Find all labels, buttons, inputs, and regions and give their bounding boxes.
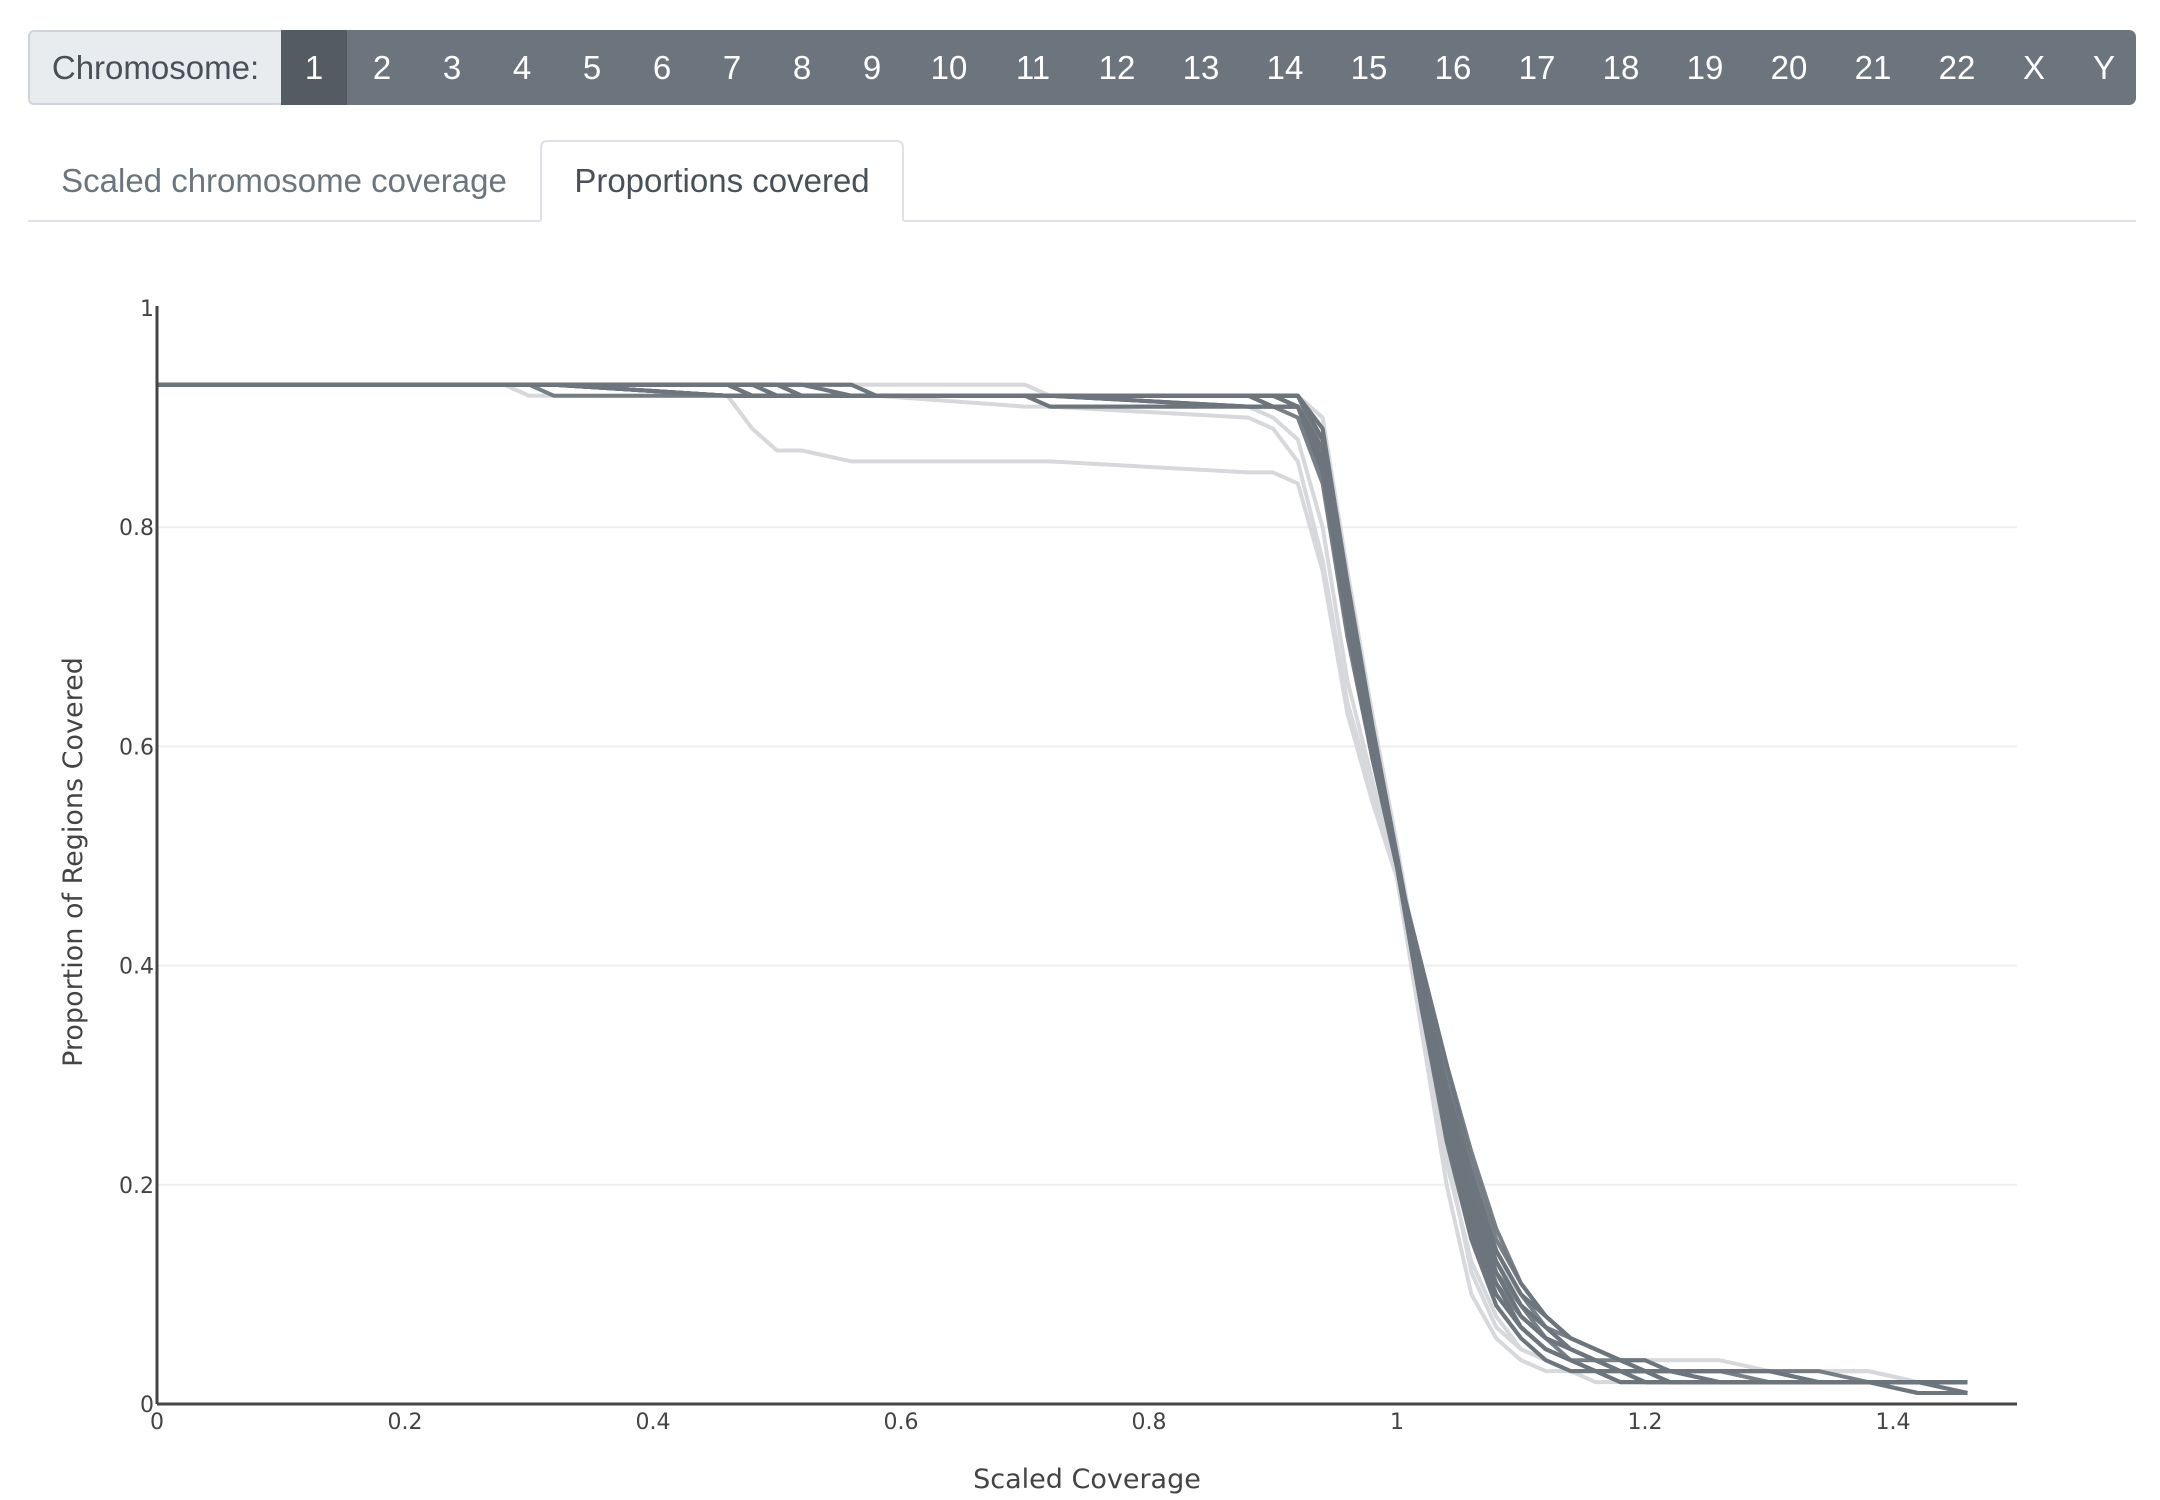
series-line-22[interactable] <box>157 382 1968 1385</box>
chromosome-button-15[interactable]: 15 <box>1327 30 1411 105</box>
chromosome-button-12[interactable]: 12 <box>1075 30 1159 105</box>
chromosome-button-21[interactable]: 21 <box>1831 30 1915 105</box>
y-axis-title: Proportion of Regions Covered <box>58 657 89 1067</box>
series-line-3[interactable] <box>157 382 1968 1385</box>
chromosome-button-13[interactable]: 13 <box>1159 30 1243 105</box>
series-line-17[interactable] <box>157 382 1968 1385</box>
series-line-18[interactable] <box>157 382 1968 1395</box>
tick-labels: 0 0.2 0.4 0.6 0.8 1 1.2 1.400.20.40.60.81 <box>119 297 1911 1435</box>
series-line-1[interactable] <box>157 382 1968 1385</box>
x-axis-title: Scaled Coverage <box>973 1464 1201 1495</box>
chromosome-button-x[interactable]: X <box>1999 30 2069 105</box>
chromosome-button-9[interactable]: 9 <box>837 30 907 105</box>
series-lines <box>157 382 1968 1395</box>
chromosome-button-16[interactable]: 16 <box>1411 30 1495 105</box>
series-line-19[interactable] <box>157 382 1968 1395</box>
chromosome-button-2[interactable]: 2 <box>347 30 417 105</box>
axes <box>155 306 2017 1406</box>
series-line-6[interactable] <box>157 382 1968 1385</box>
y-tick-label: 0.2 <box>119 1174 154 1199</box>
chromosome-button-17[interactable]: 17 <box>1495 30 1579 105</box>
x-tick-label: 1.2 <box>1628 1410 1663 1435</box>
x-tick-label: 0.8 <box>1132 1410 1167 1435</box>
y-tick-label: 0.6 <box>119 735 154 760</box>
chromosome-button-3[interactable]: 3 <box>417 30 487 105</box>
series-line-10[interactable] <box>157 382 1968 1385</box>
chromosome-button-group: 1 2 3 4 5 6 7 8 9 10 11 12 13 14 15 16 17 18 19 20 21 22 X Y <box>281 30 2136 105</box>
series-line-11[interactable] <box>157 382 1968 1385</box>
series-line-4[interactable] <box>157 382 1968 1385</box>
gridlines <box>157 526 2017 1186</box>
y-tick-label: 0.4 <box>119 955 154 980</box>
tab-scaled-chromosome-coverage[interactable]: Scaled chromosome coverage <box>28 140 540 222</box>
proportions-covered-chart: 0 0.2 0.4 0.6 0.8 1 1.2 1.400.20.40.60.81 Scale… <box>58 297 2017 1495</box>
chromosome-button-4[interactable]: 4 <box>487 30 557 105</box>
x-tick-label: 0.2 <box>388 1410 423 1435</box>
tab-proportions-covered[interactable]: Proportions covered <box>540 140 904 222</box>
chromosome-button-5[interactable]: 5 <box>557 30 627 105</box>
series-line-21[interactable] <box>157 382 1968 1385</box>
chromosome-button-18[interactable]: 18 <box>1579 30 1663 105</box>
series-line-23[interactable] <box>157 382 1968 1395</box>
chromosome-label: Chromosome: <box>28 30 281 105</box>
x-tick-label: 0.6 <box>884 1410 919 1435</box>
y-tick-label: 1 <box>140 297 154 322</box>
series-line-16[interactable] <box>157 382 1968 1385</box>
series-line-5[interactable] <box>157 382 1968 1385</box>
series-line-24[interactable] <box>157 382 1968 1385</box>
series-line-8[interactable] <box>157 382 1968 1385</box>
tab-bar: Scaled chromosome coverage Proportions c… <box>28 140 2136 222</box>
series-line-20[interactable] <box>157 382 1968 1385</box>
chromosome-button-14[interactable]: 14 <box>1243 30 1327 105</box>
y-tick-label: 0.8 <box>119 516 154 541</box>
series-line-2[interactable] <box>157 382 1968 1395</box>
x-tick-label: 0.4 <box>636 1410 671 1435</box>
series-line-13[interactable] <box>157 382 1968 1385</box>
chromosome-button-22[interactable]: 22 <box>1915 30 1999 105</box>
x-tick-label: 1 <box>1390 1410 1404 1435</box>
series-line-7[interactable] <box>157 382 1968 1395</box>
y-tick-label: 0 <box>140 1393 154 1418</box>
chromosome-button-8[interactable]: 8 <box>767 30 837 105</box>
series-line-14[interactable] <box>157 382 1968 1385</box>
x-tick-label: 1.4 <box>1876 1410 1911 1435</box>
chromosome-button-20[interactable]: 20 <box>1747 30 1831 105</box>
chromosome-button-y[interactable]: Y <box>2069 30 2136 105</box>
chromosome-selector: Chromosome: 1 2 3 4 5 6 7 8 9 10 11 12 13 14 15 16 17 18 1… <box>28 30 2136 105</box>
chromosome-button-1[interactable]: 1 <box>281 30 347 105</box>
chromosome-button-11[interactable]: 11 <box>991 30 1075 105</box>
chromosome-button-7[interactable]: 7 <box>697 30 767 105</box>
series-line-12[interactable] <box>157 382 1968 1385</box>
chromosome-button-6[interactable]: 6 <box>627 30 697 105</box>
chromosome-button-10[interactable]: 10 <box>907 30 991 105</box>
series-line-15[interactable] <box>157 382 1968 1385</box>
chromosome-button-19[interactable]: 19 <box>1663 30 1747 105</box>
series-line-9[interactable] <box>157 382 1968 1385</box>
